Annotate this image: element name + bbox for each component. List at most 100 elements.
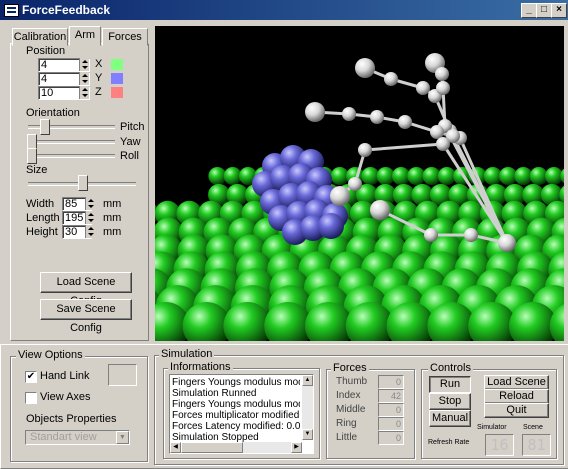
- joint-sphere: [398, 115, 412, 129]
- title-bar[interactable]: ForceFeedback _ □ ×: [0, 0, 568, 20]
- roll-slider[interactable]: [27, 148, 37, 164]
- controls-title: Controls: [428, 362, 473, 374]
- spinner-arrows-icon[interactable]: [85, 225, 95, 238]
- save-scene-config-button[interactable]: Save Scene Config: [40, 299, 132, 334]
- slider-track: [28, 140, 115, 144]
- floor-sphere: [361, 167, 380, 185]
- finger-label: Ring: [336, 418, 357, 429]
- finger-label: Middle: [336, 404, 366, 415]
- vertical-scrollbar[interactable]: ▲ ▼: [302, 375, 313, 440]
- view-select[interactable]: Standart view ▼: [25, 430, 130, 445]
- floor-sphere: [560, 168, 564, 184]
- spinner-arrows-icon[interactable]: [85, 197, 95, 210]
- axis-label: X: [95, 58, 103, 70]
- load-scene-config-button[interactable]: Load Scene Config: [40, 272, 132, 307]
- tab-calibration[interactable]: Calibration: [12, 28, 68, 46]
- log-line: Fingers Youngs modulus modif: [172, 399, 300, 410]
- joint-sphere: [424, 228, 438, 242]
- log-line: Forces Latency modified: 0.003: [172, 421, 300, 432]
- joint-sphere: [416, 81, 430, 95]
- scroll-thumb[interactable]: [181, 442, 243, 453]
- size-slider[interactable]: [78, 175, 88, 191]
- stop-button[interactable]: Stop: [429, 393, 471, 410]
- chevron-down-icon[interactable]: ▼: [116, 431, 129, 444]
- quit-button[interactable]: Quit: [484, 403, 549, 418]
- position-label: Position: [26, 45, 66, 57]
- finger-force-display: 0: [378, 417, 404, 431]
- hand-link-checkbox[interactable]: ✔: [25, 371, 37, 383]
- joint-sphere: [358, 143, 372, 157]
- joint-sphere: [330, 186, 350, 206]
- load-scene-button[interactable]: Load Scene: [484, 375, 549, 390]
- joint-sphere: [498, 234, 516, 252]
- simulator-rate-display: 16: [485, 434, 514, 456]
- width-label: Width: [26, 198, 55, 210]
- reload-button[interactable]: Reload: [484, 389, 549, 404]
- pitch-label: Pitch: [120, 121, 145, 133]
- joint-sphere: [436, 81, 450, 95]
- floor-spheres: [155, 167, 564, 341]
- log-line: Simulation Runned: [172, 388, 257, 399]
- scroll-left-icon[interactable]: ◀: [170, 442, 181, 453]
- view-axes-label: View Axes: [40, 391, 91, 403]
- close-button[interactable]: ×: [551, 3, 567, 18]
- joint-sphere: [305, 102, 325, 122]
- joint-sphere: [430, 125, 444, 139]
- finger-label: Little: [336, 432, 358, 443]
- horizontal-scrollbar[interactable]: ◀ ▶: [170, 442, 302, 453]
- spinner-arrows-icon[interactable]: [79, 86, 89, 99]
- scroll-down-icon[interactable]: ▼: [302, 429, 313, 440]
- axis-color-swatch: [111, 59, 123, 70]
- unit-label: mm: [103, 212, 122, 224]
- finger-force-display: 0: [378, 431, 404, 445]
- joint-sphere: [384, 72, 398, 86]
- joint-sphere: [348, 177, 362, 191]
- hand-link: [363, 142, 445, 152]
- height-label: Height: [26, 226, 58, 238]
- finger-label: Thumb: [336, 376, 368, 387]
- object-sphere: [318, 213, 344, 239]
- roll-label: Roll: [120, 150, 139, 162]
- axis-label: Z: [95, 86, 102, 98]
- view-axes-checkbox[interactable]: [25, 392, 37, 404]
- joint-sphere: [436, 137, 450, 151]
- finger-force-display: 42: [378, 389, 404, 403]
- floor-sphere: [330, 167, 349, 185]
- scroll-right-icon[interactable]: ▶: [291, 442, 302, 453]
- objects-properties-label: Objects Properties: [26, 413, 117, 425]
- hand-link-display: [108, 364, 137, 386]
- minimize-button[interactable]: _: [521, 3, 537, 18]
- axis-label: Y: [95, 72, 103, 84]
- maximize-button[interactable]: □: [536, 3, 552, 18]
- scroll-up-icon[interactable]: ▲: [302, 375, 313, 386]
- log-line: Fingers Youngs modulus modif: [172, 377, 300, 388]
- finger-force-display: 0: [378, 403, 404, 417]
- finger-label: Index: [336, 390, 361, 401]
- size-label: Size: [26, 164, 48, 176]
- joint-sphere: [435, 67, 449, 81]
- floor-sphere: [407, 167, 426, 185]
- tab-forces[interactable]: Forces: [102, 28, 148, 46]
- tab-arm[interactable]: Arm: [69, 26, 101, 46]
- unit-label: mm: [103, 226, 122, 238]
- informations-log[interactable]: Fingers Youngs modulus modif Simulation …: [169, 374, 314, 454]
- spinner-arrows-icon[interactable]: [79, 58, 89, 71]
- hand-link-label: Hand Link: [40, 370, 90, 382]
- window-title: ForceFeedback: [22, 3, 111, 17]
- pitch-slider[interactable]: [40, 119, 50, 135]
- simulator-label: Simulator: [477, 424, 507, 431]
- joint-sphere: [464, 228, 478, 242]
- slider-track: [28, 154, 115, 158]
- run-button[interactable]: Run: [429, 376, 471, 393]
- spinner-arrows-icon[interactable]: [79, 72, 89, 85]
- refresh-rate-label: Refresh Rate: [428, 439, 470, 446]
- spinner-arrows-icon[interactable]: [85, 211, 95, 224]
- check-icon: ✔: [26, 371, 36, 382]
- app-icon: [4, 4, 19, 17]
- view-select-value: Standart view: [30, 431, 97, 443]
- floor-sphere: [483, 167, 502, 185]
- 3d-viewport[interactable]: [155, 26, 564, 341]
- yaw-label: Yaw: [120, 136, 141, 148]
- scene-render: [155, 53, 564, 341]
- manual-button[interactable]: Manual: [429, 410, 471, 427]
